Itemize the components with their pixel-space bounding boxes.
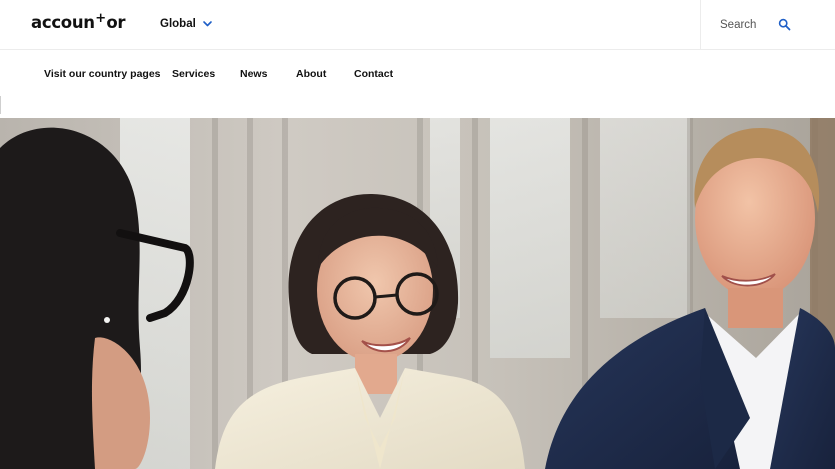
nav-item-contact[interactable]: Contact: [354, 68, 393, 80]
search-label: Search: [720, 19, 757, 31]
search-box[interactable]: Search: [700, 0, 835, 50]
accountor-logo[interactable]: accoun+or: [31, 11, 126, 32]
hero-photo-illustration: [0, 118, 835, 469]
nav-item-country-pages[interactable]: Visit our country pages: [44, 68, 161, 80]
main-navigation: Visit our country pages Services News Ab…: [0, 51, 835, 96]
nav-item-about[interactable]: About: [296, 68, 326, 80]
region-label: Global: [160, 18, 196, 30]
logo-text-part-2: or: [106, 13, 126, 32]
hero-image: [0, 118, 835, 469]
logo-plus-mark: +: [95, 11, 106, 26]
nav-item-services[interactable]: Services: [172, 68, 215, 80]
nav-item-news[interactable]: News: [240, 68, 267, 80]
chevron-down-icon: [202, 21, 212, 27]
search-icon[interactable]: [778, 18, 791, 31]
logo-text-part-1: accoun: [31, 13, 95, 32]
top-bar: accoun+or Global Search: [0, 0, 835, 50]
nav-spacer: [0, 96, 835, 118]
divider: [0, 96, 1, 114]
region-selector[interactable]: Global: [160, 18, 213, 30]
